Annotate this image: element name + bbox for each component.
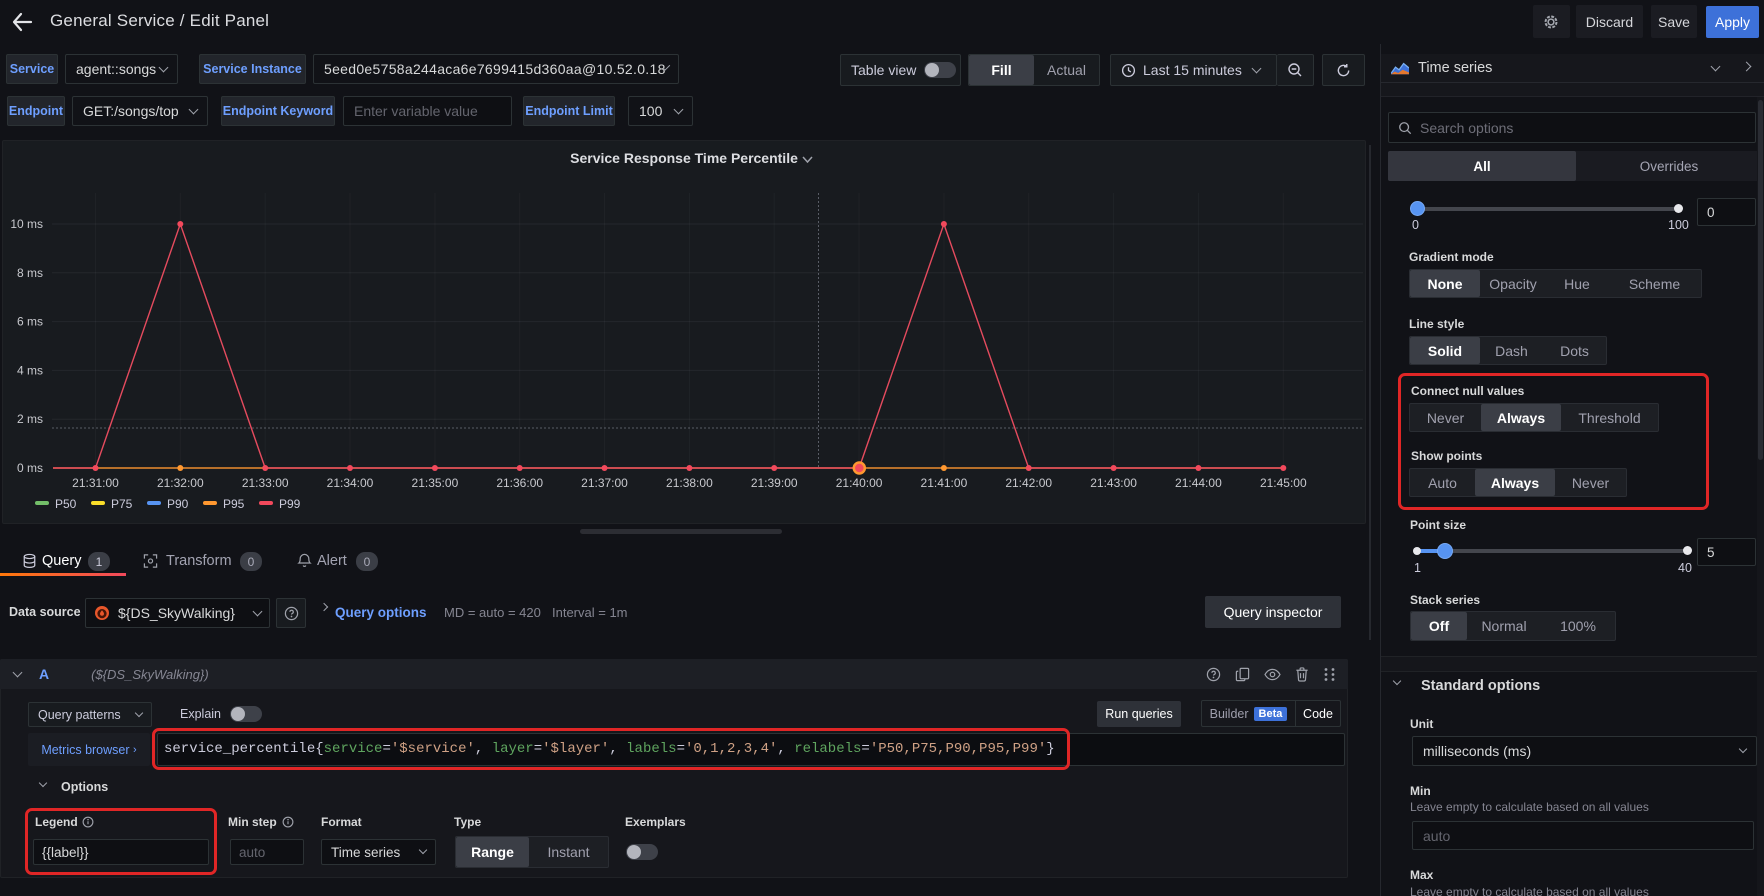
svg-text:0 ms: 0 ms <box>17 461 43 475</box>
svg-text:21:33:00: 21:33:00 <box>242 476 289 490</box>
svg-text:2 ms: 2 ms <box>17 412 43 426</box>
svg-text:21:35:00: 21:35:00 <box>412 476 459 490</box>
svg-text:21:38:00: 21:38:00 <box>666 476 713 490</box>
svg-text:21:31:00: 21:31:00 <box>72 476 119 490</box>
svg-text:P50: P50 <box>55 497 77 511</box>
svg-text:21:42:00: 21:42:00 <box>1005 476 1052 490</box>
svg-text:P90: P90 <box>167 497 189 511</box>
svg-text:21:36:00: 21:36:00 <box>496 476 543 490</box>
svg-text:Service Response Time Percenti: Service Response Time Percentile <box>570 150 798 166</box>
svg-text:21:43:00: 21:43:00 <box>1090 476 1137 490</box>
svg-text:21:44:00: 21:44:00 <box>1175 476 1222 490</box>
svg-text:8 ms: 8 ms <box>17 266 43 280</box>
svg-text:21:34:00: 21:34:00 <box>327 476 374 490</box>
svg-text:P99: P99 <box>279 497 301 511</box>
svg-text:21:40:00: 21:40:00 <box>836 476 883 490</box>
svg-text:21:39:00: 21:39:00 <box>751 476 798 490</box>
svg-text:21:37:00: 21:37:00 <box>581 476 628 490</box>
svg-text:21:32:00: 21:32:00 <box>157 476 204 490</box>
svg-text:21:41:00: 21:41:00 <box>921 476 968 490</box>
svg-text:21:45:00: 21:45:00 <box>1260 476 1307 490</box>
svg-text:6 ms: 6 ms <box>17 315 43 329</box>
svg-text:P95: P95 <box>223 497 245 511</box>
svg-text:10 ms: 10 ms <box>10 217 43 231</box>
svg-text:4 ms: 4 ms <box>17 363 43 377</box>
svg-text:P75: P75 <box>111 497 133 511</box>
